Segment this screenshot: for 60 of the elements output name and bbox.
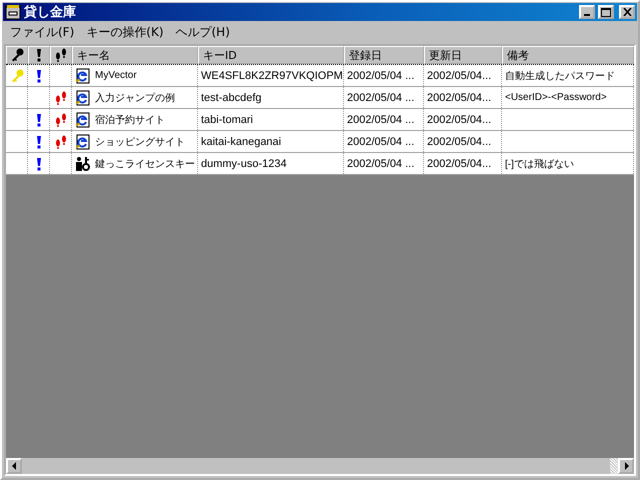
key-id: kaitai-kaneganai — [201, 136, 282, 148]
note-text: <UserID>-<Password> — [505, 92, 607, 103]
scroll-right-button[interactable] — [618, 458, 634, 474]
key-id: dummy-uso-1234 — [201, 158, 287, 170]
registered-date: 2002/05/04 ... — [347, 92, 414, 104]
key-name: 鍵っこライセンスキー — [95, 158, 195, 170]
left-arrow-icon — [12, 462, 16, 470]
updated-date: 2002/05/04... — [427, 114, 492, 126]
exclamation-icon — [36, 48, 42, 62]
web-page-icon — [75, 68, 91, 84]
column-header[interactable] — [28, 46, 50, 64]
column-header[interactable]: 備考 — [502, 46, 634, 64]
list-row[interactable]: MyVector WE4SFL8K2ZR97VKQIOPM 2002/05/04 ... 2002/05/04... 自動生成したパスワード — [6, 64, 634, 87]
column-header[interactable] — [50, 46, 72, 64]
column-header[interactable]: キー名 — [72, 46, 198, 64]
minimize-button[interactable] — [579, 5, 595, 19]
scroll-left-button[interactable] — [6, 458, 22, 474]
menu-item[interactable]: キーの操作(K) — [82, 24, 172, 40]
column-header[interactable]: キーID — [198, 46, 344, 64]
list-row[interactable]: 鍵っこライセンスキー dummy-uso-1234 2002/05/04 ... 2002/05/04... [-]では飛ばない — [6, 153, 634, 175]
note-text: 自動生成したパスワード — [505, 70, 615, 82]
updated-date: 2002/05/04... — [427, 136, 492, 148]
right-arrow-icon — [624, 462, 628, 470]
horizontal-scrollbar[interactable] — [6, 458, 634, 474]
updated-date: 2002/05/04... — [427, 92, 492, 104]
key-name: 入力ジャンプの例 — [95, 92, 175, 104]
window-title: 貸し金庫 — [24, 4, 77, 21]
column-header[interactable] — [6, 46, 28, 64]
safe-icon — [5, 4, 21, 20]
list-row[interactable]: 入力ジャンプの例 test-abcdefg 2002/05/04 ... 2002/05/04... <UserID>-<Password> — [6, 87, 634, 109]
close-icon — [622, 8, 632, 16]
list-row[interactable]: ショッピングサイト kaitai-kaneganai 2002/05/04 ... 2002/05/04... — [6, 131, 634, 153]
maximize-button[interactable] — [598, 5, 614, 19]
updated-date: 2002/05/04... — [427, 158, 492, 170]
menu-item[interactable]: ファイル(F) — [6, 24, 82, 40]
note-text: [-]では飛ばない — [505, 158, 574, 170]
key-name: 宿泊予約サイト — [95, 114, 165, 126]
web-page-icon — [75, 90, 91, 106]
person-key-icon — [75, 156, 91, 172]
registered-date: 2002/05/04 ... — [347, 70, 414, 82]
close-button[interactable] — [619, 5, 635, 19]
menu-item[interactable]: ヘルプ(H) — [172, 24, 238, 40]
registered-date: 2002/05/04 ... — [347, 158, 414, 170]
column-header[interactable]: 更新日 — [424, 46, 502, 64]
web-page-icon — [75, 112, 91, 128]
scroll-thumb[interactable] — [610, 458, 618, 474]
maximize-icon — [601, 8, 611, 16]
registered-date: 2002/05/04 ... — [347, 136, 414, 148]
web-page-icon — [75, 134, 91, 150]
key-id: test-abcdefg — [201, 92, 262, 104]
key-id: tabi-tomari — [201, 114, 253, 126]
key-icon — [10, 48, 24, 62]
updated-date: 2002/05/04... — [427, 70, 492, 82]
column-header[interactable]: 登録日 — [344, 46, 424, 64]
key-id: WE4SFL8K2ZR97VKQIOPM — [201, 70, 343, 82]
list-row[interactable]: 宿泊予約サイト tabi-tomari 2002/05/04 ... 2002/05/04... — [6, 109, 634, 131]
key-name: ショッピングサイト — [95, 136, 185, 148]
footprints-icon — [54, 48, 68, 62]
registered-date: 2002/05/04 ... — [347, 114, 414, 126]
key-name: MyVector — [95, 70, 137, 81]
